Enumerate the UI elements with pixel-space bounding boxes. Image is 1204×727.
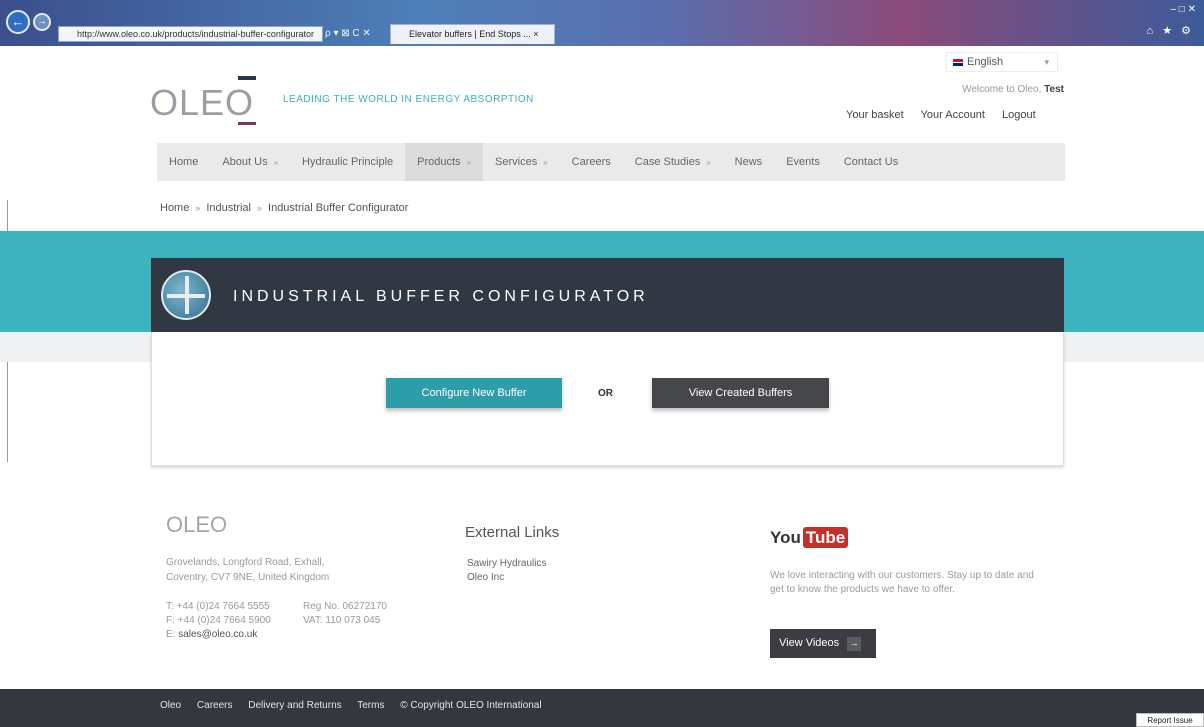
- external-link-sawiry[interactable]: Sawiry Hydraulics: [467, 557, 546, 571]
- welcome-user: Test: [1044, 84, 1064, 95]
- breadcrumb-current: Industrial Buffer Configurator: [268, 202, 409, 214]
- breadcrumb-industrial[interactable]: Industrial: [206, 202, 251, 214]
- copyright-text: © Copyright OLEO International: [400, 700, 542, 711]
- nav-item-home[interactable]: Home: [157, 143, 210, 181]
- breadcrumb-separator: »: [257, 203, 263, 213]
- language-label: English: [967, 56, 1004, 68]
- address-bar-tools[interactable]: ρ ▾ ⊠ C ✕: [325, 26, 387, 42]
- configurator-panel: [151, 332, 1064, 466]
- view-videos-label: View Videos: [779, 637, 840, 649]
- chevron-down-icon: ▾: [1044, 57, 1049, 67]
- fax-number: F: +44 (0)24 7664 5900: [166, 615, 271, 626]
- globe-icon: [161, 270, 211, 320]
- nav-item-services[interactable]: Services»: [483, 143, 560, 181]
- chevron-right-icon: »: [466, 158, 472, 167]
- breadcrumb: Home » Industrial » Industrial Buffer Config…: [160, 202, 408, 214]
- phone-number: T: +44 (0)24 7664 5555: [166, 601, 270, 612]
- arrow-right-icon: →: [847, 637, 862, 651]
- back-button[interactable]: ←: [6, 10, 30, 34]
- your-account-link[interactable]: Your Account: [921, 109, 985, 121]
- address-line-2: Coventry, CV7 9NE, United Kingdom: [166, 572, 330, 583]
- window-controls[interactable]: – □ ✕: [1170, 4, 1196, 15]
- external-link-oleo-inc[interactable]: Oleo Inc: [467, 571, 546, 585]
- logo-accent-bottom: [238, 122, 256, 125]
- or-label: OR: [598, 388, 613, 399]
- vat-number: VAT: 110 073 045: [303, 615, 381, 626]
- site-tagline: LEADING THE WORLD IN ENERGY ABSORPTION: [283, 94, 534, 105]
- external-links-heading: External Links: [465, 524, 560, 541]
- breadcrumb-home[interactable]: Home: [160, 202, 189, 214]
- nav-item-news[interactable]: News: [723, 143, 775, 181]
- welcome-message: Welcome to Oleo, Test: [962, 84, 1064, 95]
- configure-new-buffer-button[interactable]: Configure New Buffer: [386, 378, 562, 408]
- welcome-text: Welcome to Oleo,: [962, 84, 1042, 95]
- footer-link-careers[interactable]: Careers: [197, 700, 233, 711]
- nav-item-hydraulic-principle[interactable]: Hydraulic Principle: [290, 143, 405, 181]
- nav-item-products[interactable]: Products»: [405, 143, 484, 181]
- youtube-description: We love interacting with our customers. …: [770, 570, 1034, 595]
- site-header: OLEO LEADING THE WORLD IN ENERGY ABSORPT…: [0, 46, 1204, 196]
- nav-item-careers[interactable]: Careers: [560, 143, 623, 181]
- chevron-right-icon: »: [706, 158, 711, 167]
- reg-number: Reg No. 06272170: [303, 601, 387, 612]
- footer-link-terms[interactable]: Terms: [357, 700, 384, 711]
- forward-button[interactable]: →: [33, 13, 51, 31]
- footer-contacts: T: +44 (0)24 7664 5555 Reg No. 06272170 F…: [166, 600, 387, 642]
- footer-address: Grovelands, Longford Road, Exhall, Coven…: [166, 555, 386, 585]
- site-logo[interactable]: OLEO: [150, 82, 254, 124]
- nav-item-case-studies[interactable]: Case Studies»: [623, 143, 723, 181]
- uk-flag-icon: [953, 58, 963, 66]
- footer-link-delivery[interactable]: Delivery and Returns: [248, 700, 341, 711]
- external-links-list: Sawiry Hydraulics Oleo Inc: [467, 557, 546, 585]
- account-links: Your basket Your Account Logout: [846, 109, 1066, 121]
- youtube-logo: You Tube: [770, 527, 849, 548]
- email-prefix: E:: [166, 629, 176, 640]
- email-link[interactable]: sales@oleo.co.uk: [178, 628, 257, 642]
- logo-accent-top: [238, 76, 256, 80]
- browser-tab[interactable]: Elevator buffers | End Stops ... ×: [390, 24, 555, 44]
- nav-item-contact-us[interactable]: Contact Us: [832, 143, 910, 181]
- your-basket-link[interactable]: Your basket: [846, 109, 904, 121]
- browser-toolbar: ← → http://www.oleo.co.uk/products/indus…: [0, 0, 1204, 46]
- page-title: INDUSTRIAL BUFFER CONFIGURATOR: [233, 288, 649, 305]
- main-navigation: Home About Us» Hydraulic Principle Produ…: [157, 143, 1065, 181]
- logout-link[interactable]: Logout: [1002, 109, 1036, 121]
- address-line-1: Grovelands, Longford Road, Exhall,: [166, 557, 325, 568]
- chevron-right-icon: »: [273, 158, 279, 167]
- address-bar[interactable]: http://www.oleo.co.uk/products/industria…: [58, 26, 323, 42]
- chevron-right-icon: »: [543, 158, 548, 167]
- browser-tools-icons[interactable]: ⌂ ★ ⚙: [1147, 24, 1194, 37]
- footer-logo[interactable]: OLEO: [166, 512, 227, 538]
- language-selector[interactable]: English ▾: [946, 52, 1058, 72]
- footer-links: Oleo Careers Delivery and Returns Terms …: [160, 700, 555, 711]
- nav-item-events[interactable]: Events: [774, 143, 832, 181]
- view-created-buffers-button[interactable]: View Created Buffers: [652, 378, 829, 408]
- nav-item-about-us[interactable]: About Us»: [210, 143, 290, 181]
- view-videos-button[interactable]: View Videos →: [770, 629, 876, 658]
- report-issue-button[interactable]: Report Issue: [1136, 713, 1204, 727]
- footer-link-oleo[interactable]: Oleo: [160, 700, 181, 711]
- breadcrumb-separator: »: [195, 203, 201, 213]
